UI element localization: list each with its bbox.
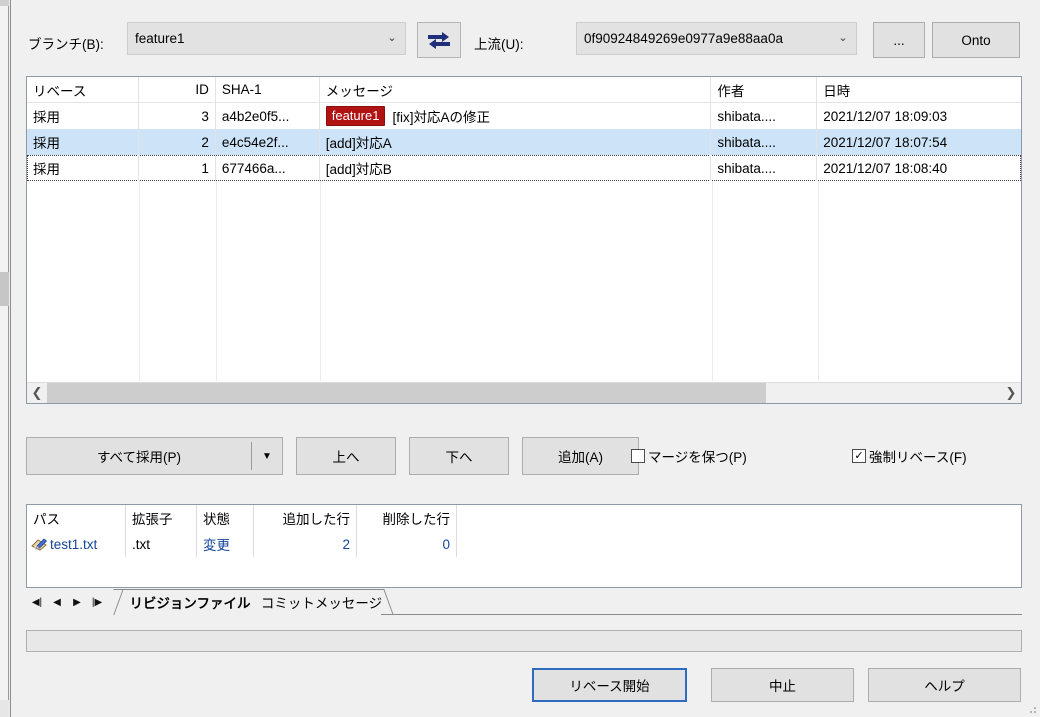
tab-commit-message-label: コミットメッセージ (260, 596, 383, 611)
cell-id: 2 (139, 129, 216, 155)
tab-revision-files-label: リビジョンファイル (129, 596, 251, 611)
force-rebase-checkbox[interactable]: ✓ 強制リベース(F) (852, 446, 967, 466)
status-bar (26, 630, 1022, 652)
pick-all-split-button[interactable]: すべて採用(P) ▼ (26, 437, 283, 475)
upstream-label: 上流(U): (474, 37, 524, 52)
scroll-right-button[interactable]: ❯ (1001, 383, 1021, 403)
branch-combobox-value: feature1 (135, 31, 185, 46)
column-header-lines-deleted[interactable]: 削除した行 (357, 505, 457, 531)
cell-rebase-action: 採用 (27, 155, 139, 181)
cell-lines-deleted: 0 (357, 531, 457, 557)
onto-button[interactable]: Onto (932, 22, 1020, 58)
cell-file-extension: .txt (126, 531, 197, 557)
column-guide (712, 181, 713, 381)
column-header-id[interactable]: ID (139, 77, 216, 102)
swap-branch-upstream-button[interactable] (417, 22, 461, 58)
move-down-button[interactable]: 下へ (409, 437, 509, 475)
cell-message: feature1 [fix]対応Aの修正 (320, 103, 712, 129)
start-rebase-button[interactable]: リベース開始 (532, 668, 687, 702)
cell-message-text: [fix]対応Aの修正 (392, 110, 490, 125)
column-guide (139, 181, 140, 381)
cell-file-path: test1.txt (27, 531, 126, 557)
revision-list[interactable]: リベース ID SHA-1 メッセージ 作者 日時 採用 3 a4b2e0f5.… (26, 76, 1022, 404)
column-guide (216, 181, 217, 381)
cell-file-path-text: test1.txt (50, 536, 98, 552)
table-row[interactable]: 採用 1 677466a... [add]対応B shibata.... 202… (27, 155, 1021, 181)
list-item[interactable]: test1.txt .txt 変更 2 0 (27, 531, 1021, 557)
background-window-scroll-thumb (0, 272, 9, 306)
add-button[interactable]: 追加(A) (522, 437, 639, 475)
upstream-combobox[interactable]: 0f90924849269e0977a9e88aa0a ⌄ (576, 22, 857, 55)
cell-message: [add]対応A (320, 129, 712, 155)
tab-strip: リビジョンファイル コミットメッセージ (11, 589, 411, 615)
chevron-down-icon: ⌄ (838, 32, 848, 44)
column-guide (320, 181, 321, 381)
pick-all-button[interactable]: すべて採用(P) (27, 438, 251, 474)
background-window[interactable] (0, 0, 9, 717)
cell-file-status: 変更 (197, 531, 254, 557)
rebase-dialog: ブランチ(B): feature1 ⌄ 上流(U): 0f90924849269… (10, 0, 1040, 717)
ref-label-badge: feature1 (325, 106, 386, 126)
background-window-statusbar (0, 700, 9, 717)
modified-file-icon (31, 537, 48, 552)
tab-underline (381, 614, 1022, 615)
keep-merges-label: マージを保つ(P) (648, 450, 747, 465)
cell-date: 2021/12/07 18:09:03 (823, 108, 948, 124)
cell-author: shibata.... (711, 103, 818, 129)
cell-filler (457, 531, 1021, 557)
cell-rebase-action: 採用 (27, 103, 139, 129)
revision-list-header[interactable]: リベース ID SHA-1 メッセージ 作者 日時 (27, 77, 1021, 103)
background-window-titlebar (0, 0, 9, 6)
column-header-sha1[interactable]: SHA-1 (216, 77, 320, 102)
cell-author: shibata.... (711, 155, 818, 181)
tab-revision-files[interactable]: リビジョンファイル (113, 589, 267, 615)
upstream-combobox-value: 0f90924849269e0977a9e88aa0a (584, 31, 783, 46)
file-list-header[interactable]: パス 拡張子 状態 追加した行 削除した行 (27, 505, 1021, 531)
column-header-path[interactable]: パス (27, 505, 126, 531)
table-row[interactable]: 採用 2 e4c54e2f... [add]対応A shibata.... 20… (27, 129, 1021, 155)
cell-date: 2021/12/07 18:07:54 (823, 134, 948, 150)
force-rebase-label: 強制リベース(F) (869, 450, 967, 465)
column-header-extension[interactable]: 拡張子 (126, 505, 197, 531)
checkbox-box[interactable]: ✓ (852, 449, 866, 463)
scroll-left-button[interactable]: ❮ (27, 383, 47, 403)
horizontal-scrollbar[interactable]: ❮ ❯ (27, 382, 1021, 403)
cell-sha1: 677466a... (216, 155, 320, 181)
revision-files-list[interactable]: パス 拡張子 状態 追加した行 削除した行 test1.txt .txt 変更 … (26, 504, 1022, 588)
swap-arrows-icon (428, 32, 450, 49)
column-header-status[interactable]: 状態 (197, 505, 254, 531)
column-header-message[interactable]: メッセージ (320, 77, 712, 102)
cell-date: 2021/12/07 18:08:40 (823, 160, 948, 176)
keep-merges-checkbox[interactable]: マージを保つ(P) (631, 446, 747, 466)
branch-combobox[interactable]: feature1 ⌄ (127, 22, 406, 55)
screen: ( ブランチ(B): feature1 ⌄ 上流(U): 0f909248492… (0, 0, 1040, 717)
checkbox-box[interactable] (631, 449, 645, 463)
browse-upstream-button[interactable]: ... (873, 22, 925, 58)
cell-id: 1 (139, 155, 216, 181)
table-row[interactable]: 採用 3 a4b2e0f5... feature1 [fix]対応Aの修正 sh… (27, 103, 1021, 129)
branch-label: ブランチ(B): (28, 37, 104, 52)
cell-sha1: e4c54e2f... (216, 129, 320, 155)
chevron-down-icon: ⌄ (387, 32, 397, 44)
chevron-down-icon[interactable]: ▼ (252, 438, 282, 474)
column-header-date[interactable]: 日時 (817, 77, 1021, 102)
cell-lines-added: 2 (254, 531, 357, 557)
resize-gripper[interactable] (1026, 703, 1038, 715)
scrollbar-track[interactable] (47, 383, 1001, 403)
cell-author: shibata.... (711, 129, 818, 155)
help-button[interactable]: ヘルプ (868, 668, 1021, 702)
tab-commit-message[interactable]: コミットメッセージ (249, 589, 394, 615)
cell-sha1: a4b2e0f5... (216, 103, 320, 129)
column-header-rebase[interactable]: リベース (27, 77, 139, 102)
column-guide (818, 181, 819, 381)
column-header-filler[interactable] (457, 505, 1021, 531)
cell-id: 3 (139, 103, 216, 129)
cell-rebase-action: 採用 (27, 129, 139, 155)
abort-button[interactable]: 中止 (711, 668, 854, 702)
cell-message: [add]対応B (320, 155, 712, 181)
column-header-author[interactable]: 作者 (711, 77, 818, 102)
column-header-lines-added[interactable]: 追加した行 (254, 505, 357, 531)
scrollbar-thumb[interactable] (47, 383, 766, 403)
move-up-button[interactable]: 上へ (296, 437, 396, 475)
